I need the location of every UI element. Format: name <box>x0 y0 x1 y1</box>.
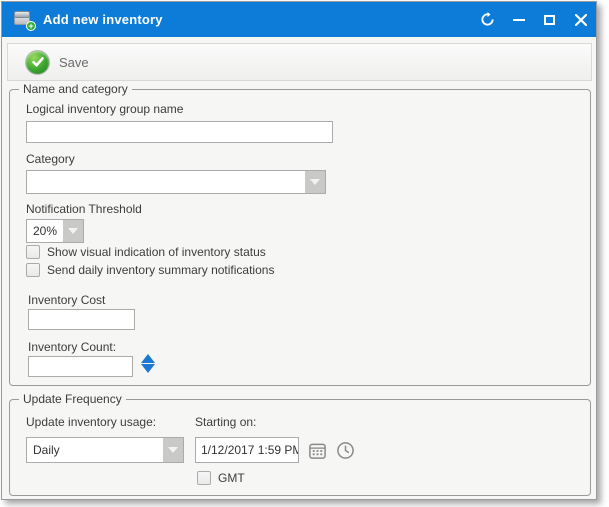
gmt-checkbox[interactable] <box>197 471 211 485</box>
window-title: Add new inventory <box>43 12 163 27</box>
clock-icon <box>336 441 355 460</box>
threshold-label: Notification Threshold <box>26 202 142 216</box>
starting-on-label: Starting on: <box>195 415 256 429</box>
usage-selected-value: Daily <box>27 438 163 462</box>
daily-summary-label: Send daily inventory summary notificatio… <box>47 263 274 277</box>
category-dropdown-button[interactable] <box>305 171 325 193</box>
refresh-button[interactable] <box>472 2 503 37</box>
daily-summary-row: Send daily inventory summary notificatio… <box>26 263 274 277</box>
time-picker-button[interactable] <box>334 439 356 461</box>
save-button-label: Save <box>59 55 89 70</box>
usage-label: Update inventory usage: <box>26 415 156 429</box>
name-category-groupbox: Name and category Logical inventory grou… <box>9 89 591 386</box>
plus-badge-icon: + <box>26 21 36 31</box>
refresh-icon <box>480 12 495 27</box>
chevron-down-icon <box>68 228 78 234</box>
maximize-icon <box>544 15 555 25</box>
category-select[interactable] <box>26 170 326 194</box>
logical-name-input[interactable] <box>26 121 333 143</box>
save-button[interactable]: Save <box>17 47 97 77</box>
minimize-icon <box>513 19 525 21</box>
threshold-select[interactable]: 20% <box>26 219 84 243</box>
category-label: Category <box>26 152 75 166</box>
visual-indication-checkbox[interactable] <box>26 245 40 259</box>
gmt-row: GMT <box>197 471 245 485</box>
chevron-down-icon <box>310 179 320 185</box>
close-icon <box>575 14 587 26</box>
threshold-dropdown-button[interactable] <box>63 220 83 242</box>
update-frequency-legend: Update Frequency <box>19 392 126 406</box>
maximize-button[interactable] <box>534 2 565 37</box>
chevron-down-icon <box>168 447 178 453</box>
spinner-up-icon[interactable] <box>141 354 155 363</box>
inventory-count-stepper <box>141 354 155 373</box>
category-selected-value <box>27 171 305 193</box>
calendar-icon <box>308 441 327 460</box>
update-frequency-groupbox: Update Frequency Update inventory usage:… <box>9 399 591 496</box>
minimize-button[interactable] <box>503 2 534 37</box>
usage-select[interactable]: Daily <box>26 437 184 463</box>
inventory-add-app-icon: + <box>14 11 34 29</box>
toolbar: Save <box>7 43 592 81</box>
gmt-label: GMT <box>218 471 245 485</box>
logical-name-label: Logical inventory group name <box>26 102 183 116</box>
visual-indication-row: Show visual indication of inventory stat… <box>26 245 266 259</box>
daily-summary-checkbox[interactable] <box>26 263 40 277</box>
inventory-cost-input[interactable] <box>28 309 135 330</box>
add-inventory-window: + Add new inventory <box>1 1 597 500</box>
threshold-selected-value: 20% <box>27 220 63 242</box>
inventory-cost-label: Inventory Cost <box>28 293 105 307</box>
spinner-down-icon[interactable] <box>141 364 155 373</box>
inventory-count-input[interactable] <box>28 356 133 377</box>
name-category-legend: Name and category <box>19 82 132 96</box>
titlebar[interactable]: + Add new inventory <box>2 2 596 37</box>
save-check-icon <box>25 50 50 75</box>
inventory-count-label: Inventory Count: <box>28 340 116 354</box>
calendar-picker-button[interactable] <box>306 439 328 461</box>
usage-dropdown-button[interactable] <box>163 438 183 462</box>
close-button[interactable] <box>565 2 596 37</box>
starting-on-input[interactable] <box>195 437 299 463</box>
visual-indication-label: Show visual indication of inventory stat… <box>47 245 266 259</box>
window-controls <box>472 2 596 37</box>
